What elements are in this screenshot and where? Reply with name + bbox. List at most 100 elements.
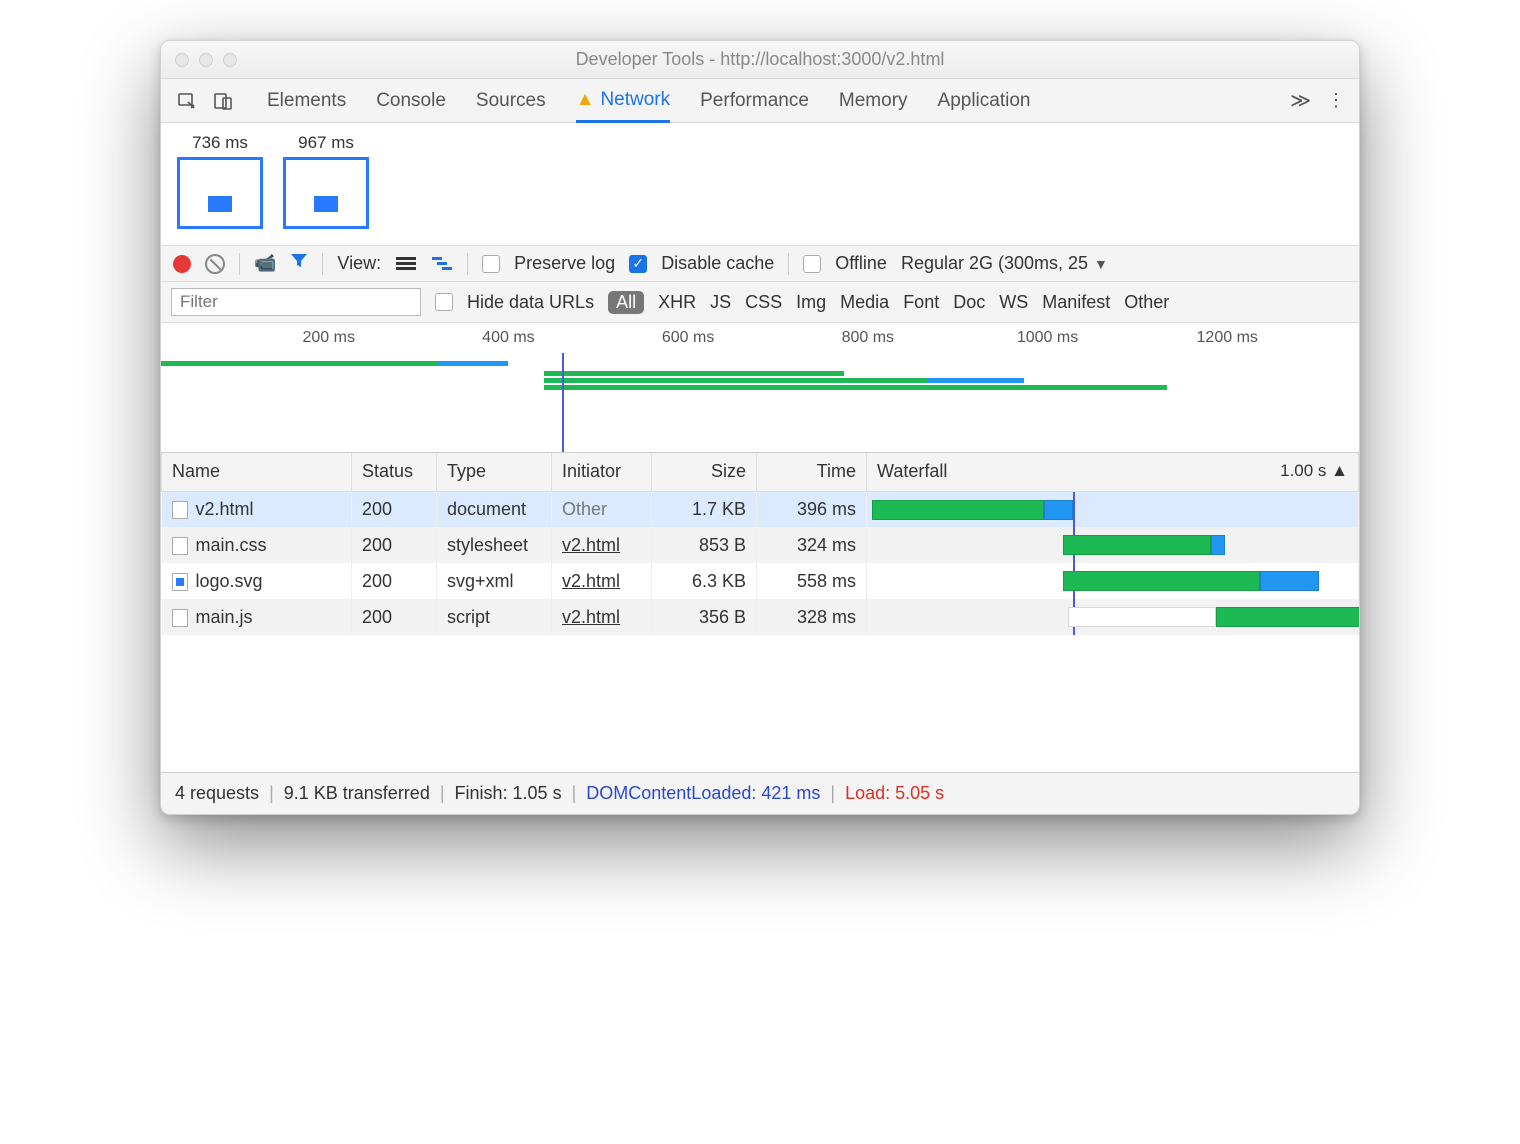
preserve-log-label: Preserve log (514, 253, 615, 274)
request-time: 324 ms (757, 527, 867, 563)
waterfall-scale: 1.00 s ▲ (1280, 461, 1348, 481)
preserve-log-checkbox[interactable] (482, 255, 500, 273)
request-type: script (437, 599, 552, 635)
filter-toggle-icon[interactable] (290, 252, 308, 275)
request-time: 396 ms (757, 491, 867, 527)
col-initiator[interactable]: Initiator (552, 453, 652, 491)
hide-data-urls-checkbox[interactable] (435, 293, 453, 311)
request-status: 200 (352, 491, 437, 527)
file-icon (172, 501, 188, 519)
file-icon (172, 609, 188, 627)
view-label: View: (337, 253, 381, 274)
table-row[interactable]: logo.svg 200svg+xml v2.html 6.3 KB558 ms (162, 563, 1359, 599)
summary-dcl: DOMContentLoaded: 421 ms (586, 783, 820, 804)
device-toolbar-icon[interactable] (205, 79, 241, 122)
tab-elements[interactable]: Elements (267, 79, 346, 122)
filter-type-img[interactable]: Img (796, 292, 826, 313)
close-window-icon[interactable] (175, 53, 189, 67)
request-size: 1.7 KB (652, 491, 757, 527)
record-icon[interactable] (173, 255, 191, 273)
request-status: 200 (352, 599, 437, 635)
request-size: 6.3 KB (652, 563, 757, 599)
filter-input[interactable] (171, 288, 421, 316)
tab-network[interactable]: ▲ Network (576, 79, 671, 123)
request-type: svg+xml (437, 563, 552, 599)
request-initiator: Other (562, 499, 607, 519)
filmstrip: 736 ms 967 ms (161, 123, 1359, 246)
window-title: Developer Tools - http://localhost:3000/… (161, 49, 1359, 70)
tab-memory[interactable]: Memory (839, 79, 908, 122)
summary-requests: 4 requests (175, 783, 259, 804)
more-tabs-icon[interactable]: ≫ (1280, 79, 1321, 122)
filter-type-all[interactable]: All (608, 291, 644, 314)
screenshots-icon[interactable]: 📹 (254, 253, 276, 274)
filter-type-ws[interactable]: WS (999, 292, 1028, 313)
request-type: stylesheet (437, 527, 552, 563)
request-initiator[interactable]: v2.html (562, 607, 620, 627)
titlebar: Developer Tools - http://localhost:3000/… (161, 41, 1359, 79)
filter-type-other[interactable]: Other (1124, 292, 1169, 313)
request-table: Name Status Type Initiator Size Time Wat… (161, 453, 1359, 635)
request-waterfall (867, 563, 1359, 599)
col-waterfall[interactable]: Waterfall 1.00 s ▲ (867, 453, 1359, 491)
request-initiator[interactable]: v2.html (562, 571, 620, 591)
warning-icon: ▲ (576, 89, 595, 111)
table-row[interactable]: v2.html200documentOther1.7 KB396 ms (162, 491, 1359, 527)
tab-application[interactable]: Application (938, 79, 1031, 122)
hide-data-urls-label: Hide data URLs (467, 292, 594, 313)
timeline-tick: 200 ms (302, 329, 354, 347)
settings-menu-icon[interactable]: ⋮ (1321, 79, 1351, 122)
table-row[interactable]: main.css200stylesheetv2.html853 B324 ms (162, 527, 1359, 563)
dcl-marker (562, 353, 564, 452)
request-size: 853 B (652, 527, 757, 563)
filmstrip-frame-label: 736 ms (192, 133, 248, 153)
inspect-element-icon[interactable] (169, 79, 205, 122)
filter-type-manifest[interactable]: Manifest (1042, 292, 1110, 313)
filter-type-js[interactable]: JS (710, 292, 731, 313)
filter-type-xhr[interactable]: XHR (658, 292, 696, 313)
request-waterfall (867, 491, 1359, 527)
tab-sources[interactable]: Sources (476, 79, 546, 122)
request-initiator[interactable]: v2.html (562, 535, 620, 555)
filter-type-css[interactable]: CSS (745, 292, 782, 313)
request-table-wrap: Name Status Type Initiator Size Time Wat… (161, 453, 1359, 773)
table-row[interactable]: main.js200scriptv2.html356 B328 ms (162, 599, 1359, 635)
request-name: logo.svg (196, 571, 263, 591)
col-name[interactable]: Name (162, 453, 352, 491)
tab-performance[interactable]: Performance (700, 79, 809, 122)
clear-icon[interactable] (205, 254, 225, 274)
filter-type-media[interactable]: Media (840, 292, 889, 313)
filter-type-doc[interactable]: Doc (953, 292, 985, 313)
col-status[interactable]: Status (352, 453, 437, 491)
filter-type-font[interactable]: Font (903, 292, 939, 313)
filmstrip-frame-label: 967 ms (298, 133, 354, 153)
request-name: v2.html (196, 499, 254, 519)
request-time: 558 ms (757, 563, 867, 599)
throttle-select[interactable]: Regular 2G (300ms, 25 ▼ (901, 253, 1108, 274)
col-type[interactable]: Type (437, 453, 552, 491)
timeline-tick: 1200 ms (1197, 329, 1258, 347)
timeline-overview[interactable]: 200 ms 400 ms 600 ms 800 ms 1000 ms 1200… (161, 323, 1359, 453)
request-name: main.js (196, 607, 253, 627)
offline-checkbox[interactable] (803, 255, 821, 273)
zoom-window-icon[interactable] (223, 53, 237, 67)
minimize-window-icon[interactable] (199, 53, 213, 67)
waterfall-view-icon[interactable] (431, 256, 453, 272)
filmstrip-thumb (177, 157, 263, 229)
summary-bar: 4 requests | 9.1 KB transferred | Finish… (161, 773, 1359, 814)
timeline-tick: 800 ms (842, 329, 894, 347)
col-size[interactable]: Size (652, 453, 757, 491)
tab-console[interactable]: Console (376, 79, 446, 122)
request-waterfall (867, 599, 1359, 635)
disable-cache-checkbox[interactable]: ✓ (629, 255, 647, 273)
request-name: main.css (196, 535, 267, 555)
filmstrip-frame[interactable]: 967 ms (283, 133, 369, 229)
timeline-tick: 1000 ms (1017, 329, 1078, 347)
chevron-down-icon: ▼ (1094, 256, 1108, 272)
summary-load: Load: 5.05 s (845, 783, 944, 804)
col-time[interactable]: Time (757, 453, 867, 491)
request-status: 200 (352, 563, 437, 599)
filmstrip-frame[interactable]: 736 ms (177, 133, 263, 229)
request-time: 328 ms (757, 599, 867, 635)
large-rows-icon[interactable] (395, 256, 417, 272)
